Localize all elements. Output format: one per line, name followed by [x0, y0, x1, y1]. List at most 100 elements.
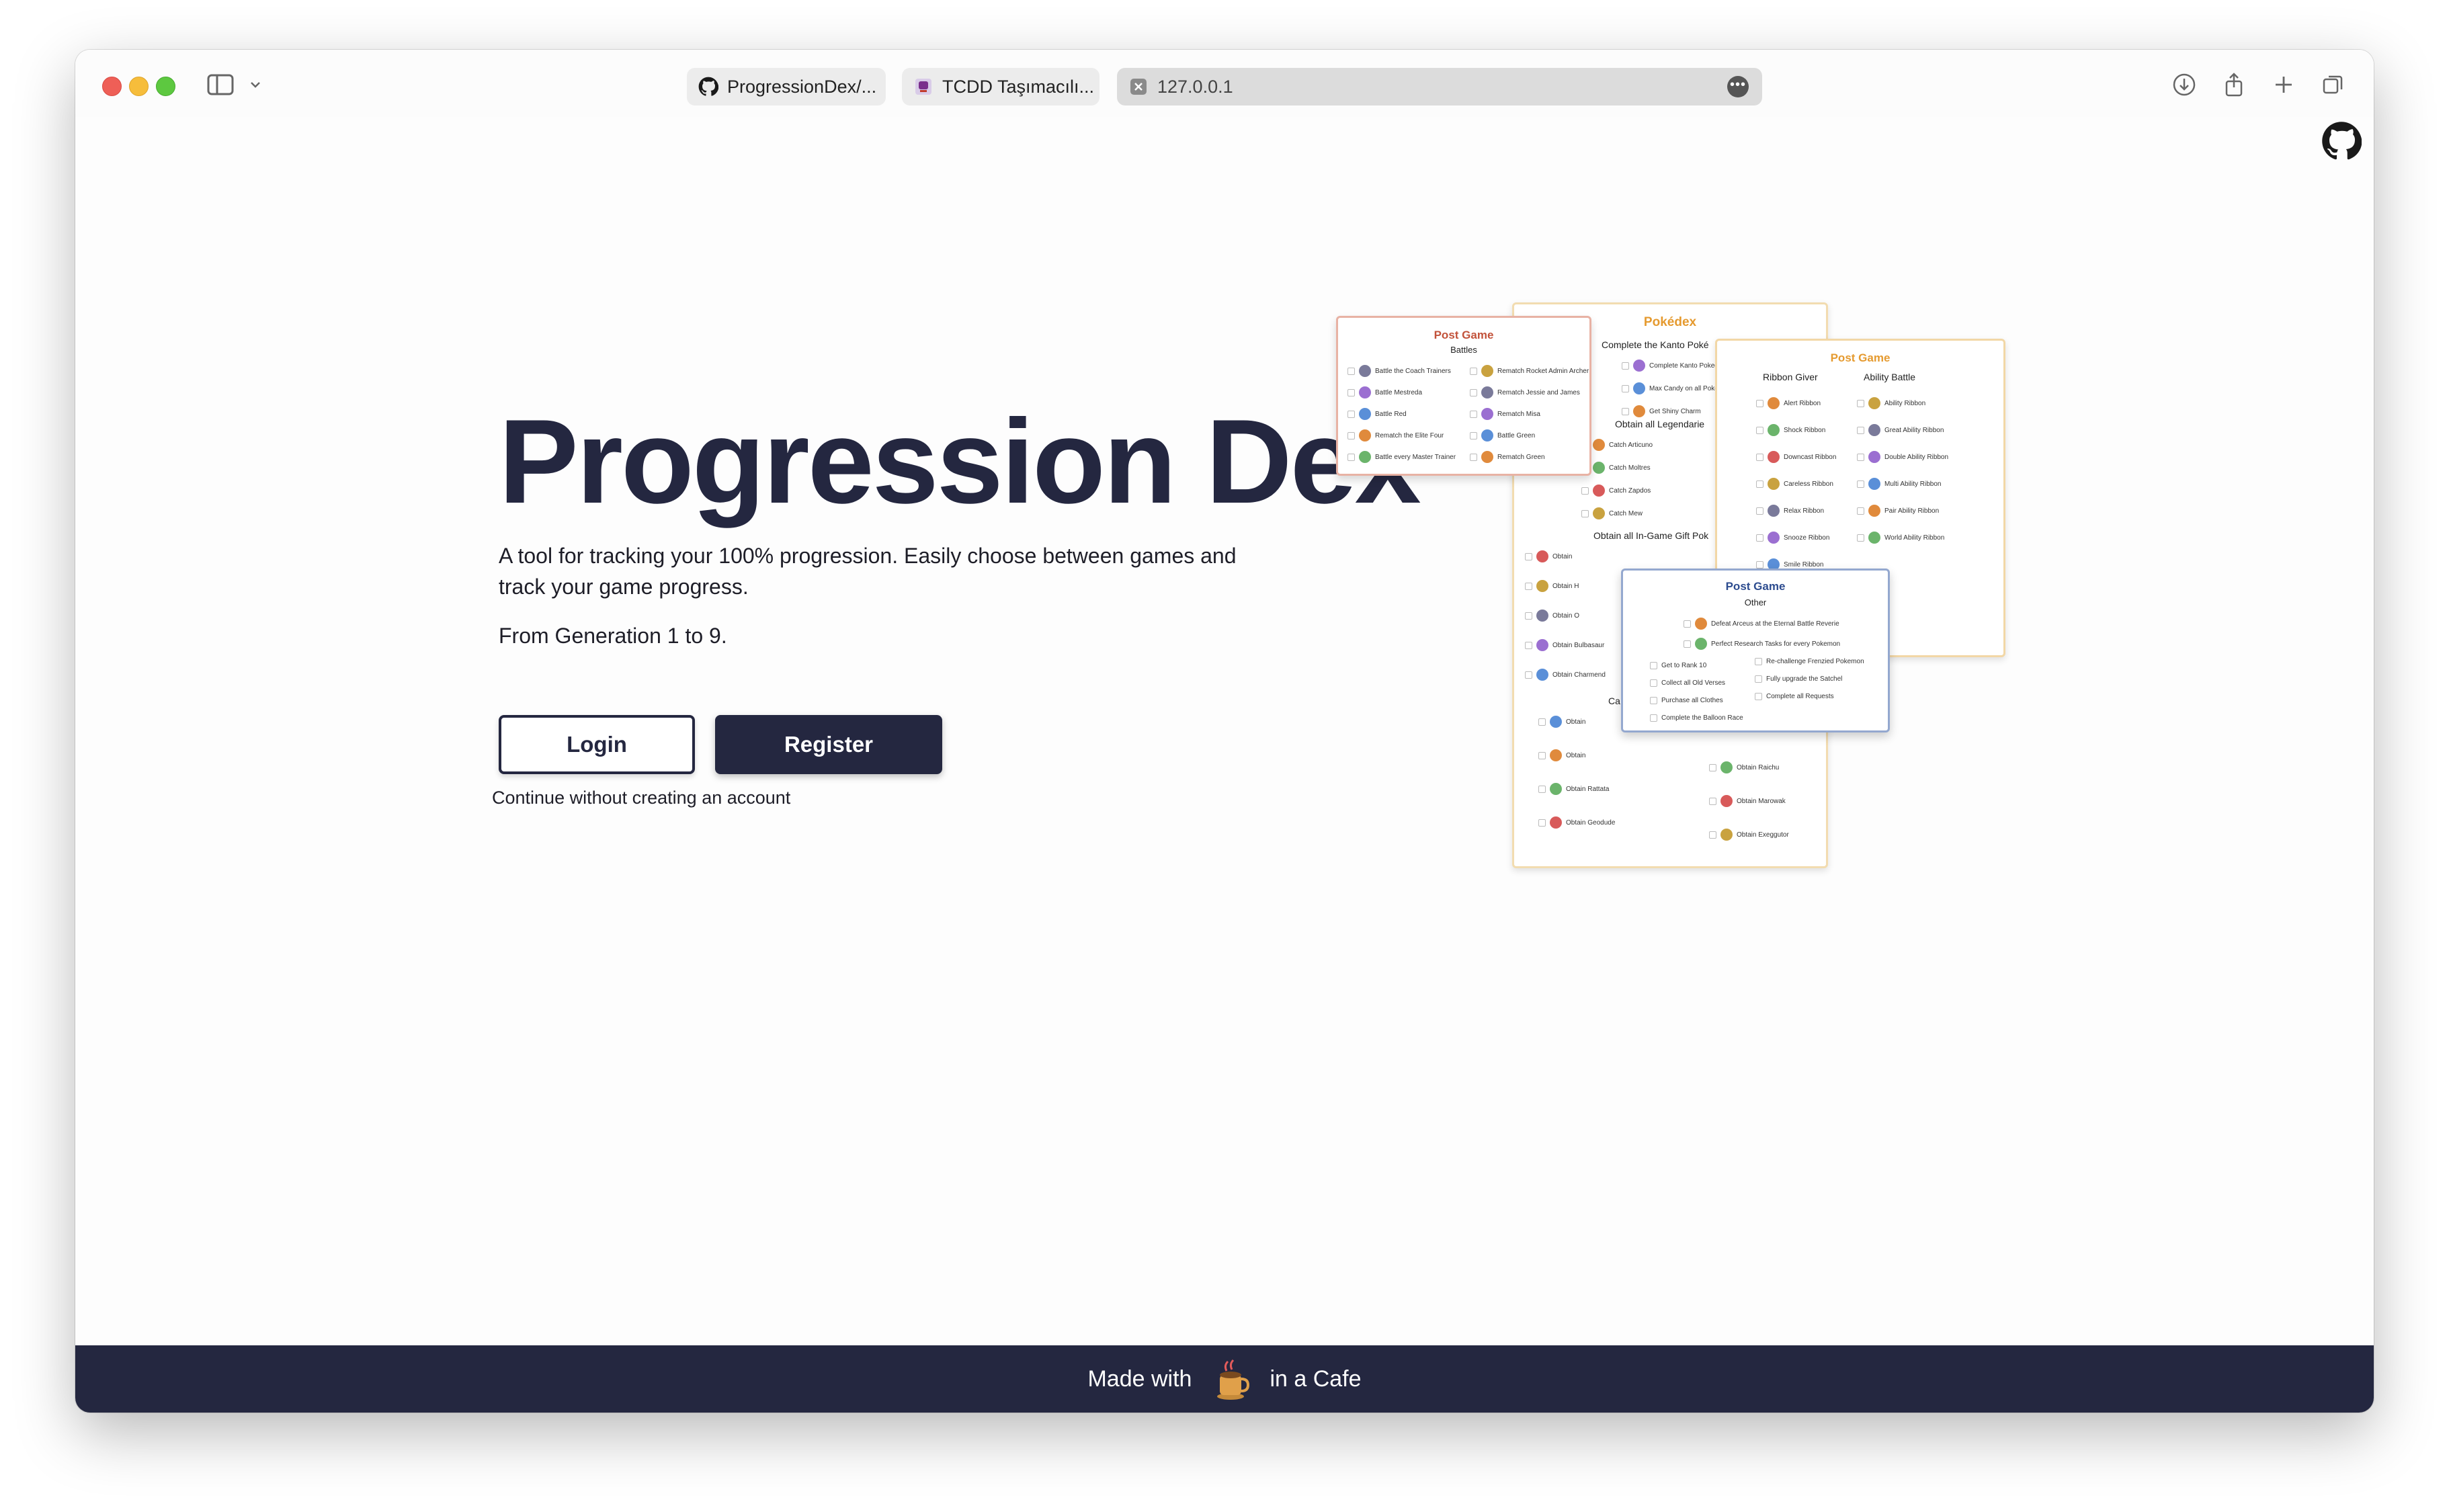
- preview-item-label: World Ability Ribbon: [1884, 534, 1945, 542]
- checkbox: [1622, 384, 1629, 392]
- tab-progressiondex[interactable]: ProgressionDex/...: [687, 68, 886, 106]
- preview-item-label: Get to Rank 10: [1661, 662, 1707, 669]
- sprite-icon: [1481, 386, 1493, 398]
- checkbox: [1347, 431, 1355, 439]
- preview-item: Rematch Green: [1470, 451, 1545, 463]
- sprite-icon: [1359, 429, 1371, 442]
- preview-item-label: Battle Red: [1375, 410, 1407, 418]
- zoom-window-button[interactable]: [156, 77, 175, 96]
- page-title: Progression Dex: [499, 394, 1421, 528]
- card-subtitle: Battles: [1450, 345, 1477, 355]
- preview-item: Obtain H: [1525, 580, 1579, 592]
- chevron-down-icon[interactable]: [247, 77, 263, 93]
- github-repo-icon[interactable]: [2321, 121, 2362, 161]
- checkbox: [1525, 582, 1532, 590]
- minimize-window-button[interactable]: [129, 77, 149, 96]
- continue-as-guest-link[interactable]: Continue without creating an account: [492, 788, 790, 808]
- preview-item-label: Battle the Coach Trainers: [1375, 367, 1451, 375]
- preview-item: Downcast Ribbon: [1756, 451, 1836, 463]
- sprite-icon: [1868, 424, 1880, 436]
- close-window-button[interactable]: [102, 77, 122, 96]
- preview-item-label: Smile Ribbon: [1784, 560, 1824, 569]
- tab-tcdd[interactable]: TCDD Taşımacılı...: [902, 68, 1099, 106]
- preview-item: World Ability Ribbon: [1857, 532, 1944, 544]
- preview-item: Obtain: [1538, 749, 1585, 761]
- sidebar-icon[interactable]: [207, 73, 234, 97]
- preview-item-label: Rematch Misa: [1497, 410, 1540, 418]
- preview-item-label: Rematch Jessie and James: [1497, 388, 1580, 396]
- preview-item: Complete Kanto Pokedex: [1622, 360, 1725, 372]
- preview-item-label: Complete the Balloon Race: [1661, 714, 1743, 722]
- preview-item: Great Ability Ribbon: [1857, 424, 1944, 436]
- preview-item: Complete all Requests: [1755, 693, 1834, 700]
- url-text: 127.0.0.1: [1157, 76, 1233, 97]
- checkbox: [1755, 658, 1762, 665]
- sprite-icon: [1768, 424, 1780, 436]
- tab-label: ProgressionDex/...: [727, 76, 877, 97]
- preview-item-label: Catch Mew: [1609, 509, 1643, 517]
- preview-item: Obtain O: [1525, 610, 1579, 622]
- checkbox: [1756, 399, 1763, 407]
- preview-item-label: Collect all Old Verses: [1661, 679, 1726, 687]
- sprite-icon: [1868, 478, 1880, 490]
- card-section: Obtain all Legendarie: [1615, 419, 1705, 429]
- card-title: Post Game: [1434, 329, 1494, 341]
- checkbox: [1525, 671, 1532, 679]
- preview-item: Battle the Coach Trainers: [1347, 365, 1451, 377]
- preview-item: Obtain Rattata: [1538, 783, 1609, 795]
- checkbox: [1755, 675, 1762, 683]
- preview-item-label: Max Candy on all Poke: [1649, 384, 1718, 392]
- sprite-icon: [1536, 550, 1548, 562]
- preview-item: Battle every Master Trainer: [1347, 451, 1456, 463]
- sprite-icon: [1481, 408, 1493, 420]
- preview-item-label: Alert Ribbon: [1784, 399, 1821, 407]
- browser-toolbar: ProgressionDex/... TCDD Taşımacılı... 12…: [75, 50, 2374, 117]
- login-button[interactable]: Login: [499, 715, 695, 774]
- tab-overview-icon[interactable]: [2320, 71, 2347, 98]
- sprite-icon: [1868, 451, 1880, 463]
- checkbox: [1650, 679, 1657, 687]
- new-tab-icon[interactable]: [2270, 71, 2297, 98]
- tab-label: TCDD Taşımacılı...: [942, 76, 1095, 97]
- checkbox: [1857, 399, 1864, 407]
- preview-item-label: Rematch the Elite Four: [1375, 431, 1444, 439]
- other-preview-card: Post Game Other Defeat Arceus at the Ete…: [1621, 569, 1890, 732]
- preview-item: Rematch Misa: [1470, 408, 1540, 420]
- card-section: Complete the Kanto Poké: [1602, 339, 1709, 350]
- preview-item-label: Pair Ability Ribbon: [1884, 507, 1940, 515]
- download-icon[interactable]: [2171, 71, 2198, 98]
- preview-item-label: Re-challenge Frenzied Pokemon: [1766, 658, 1864, 665]
- preview-item-label: Perfect Research Tasks for every Pokemon: [1711, 640, 1841, 648]
- close-icon[interactable]: [1128, 76, 1149, 97]
- more-options-icon[interactable]: •••: [1727, 76, 1749, 97]
- sprite-icon: [1550, 749, 1562, 761]
- sprite-icon: [1768, 451, 1780, 463]
- preview-item-label: Obtain Raichu: [1737, 763, 1780, 771]
- preview-item-label: Get Shiny Charm: [1649, 407, 1701, 415]
- sprite-icon: [1359, 408, 1371, 420]
- github-icon: [698, 76, 719, 97]
- preview-item-label: Obtain: [1566, 751, 1586, 759]
- checkbox: [1470, 431, 1477, 439]
- preview-item-label: Obtain Charmend: [1552, 671, 1606, 679]
- generation-range: From Generation 1 to 9.: [499, 624, 727, 648]
- sprite-icon: [1633, 405, 1645, 417]
- checkbox: [1709, 763, 1716, 771]
- checkbox: [1347, 367, 1355, 375]
- preview-item: Obtain Raichu: [1709, 761, 1779, 773]
- register-button[interactable]: Register: [715, 715, 942, 774]
- card-title: Post Game: [1830, 351, 1891, 364]
- sprite-icon: [1768, 478, 1780, 490]
- sprite-icon: [1550, 716, 1562, 728]
- card-column-header: Ribbon Giver: [1763, 372, 1818, 382]
- share-icon[interactable]: [2220, 71, 2247, 98]
- sprite-icon: [1359, 386, 1371, 398]
- checkbox: [1857, 426, 1864, 434]
- sprite-icon: [1633, 382, 1645, 394]
- checkbox: [1470, 388, 1477, 396]
- preview-item: Pair Ability Ribbon: [1857, 505, 1939, 517]
- preview-item: Perfect Research Tasks for every Pokemon: [1684, 638, 1840, 650]
- preview-item: Battle Mestreda: [1347, 386, 1422, 398]
- address-bar[interactable]: 127.0.0.1 •••: [1117, 68, 1762, 106]
- preview-item: Collect all Old Verses: [1650, 679, 1725, 687]
